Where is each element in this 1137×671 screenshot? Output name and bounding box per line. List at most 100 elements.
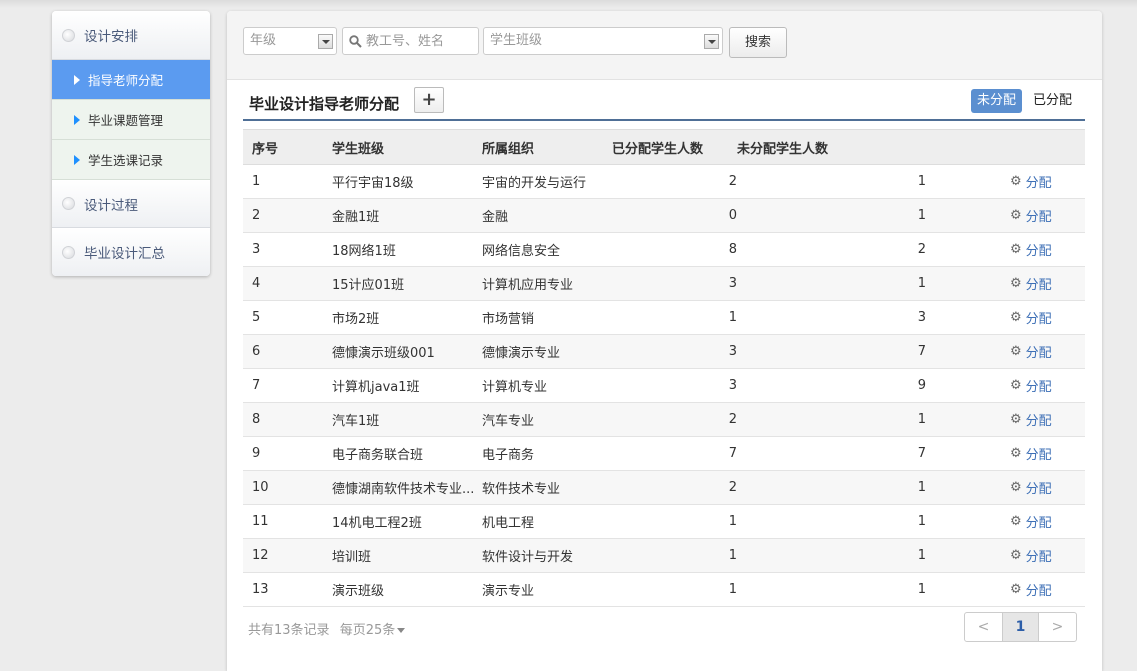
cell-assigned: 2: [612, 164, 737, 199]
cell-org: 电子商务: [482, 436, 612, 471]
assign-button[interactable]: ⚙ 分配: [1010, 376, 1052, 395]
tab-assigned[interactable]: 已分配: [1027, 89, 1078, 113]
sidebar-group-label: 设计过程: [84, 197, 138, 214]
gear-icon: ⚙: [1010, 276, 1022, 291]
cell-index: 11: [243, 504, 332, 539]
search-input[interactable]: [362, 33, 476, 49]
grade-select[interactable]: 年级: [243, 27, 337, 55]
table-row: 12 培训班 软件设计与开发 1 1 ⚙ 分配: [243, 538, 1085, 573]
table-row: 1 平行宇宙18级 宇宙的开发与运行 2 1 ⚙ 分配: [243, 164, 1085, 199]
assign-button[interactable]: ⚙ 分配: [1010, 580, 1052, 599]
cell-class: 18网络1班: [332, 232, 482, 267]
cell-assigned: 0: [612, 198, 737, 233]
next-page-button[interactable]: >: [1039, 613, 1076, 641]
teacher-search-field[interactable]: [342, 27, 479, 55]
main-panel: 年级 学生班级 搜索 毕业设计指导老师分配 + 未分配 已分配 序号 学生班级 …: [227, 11, 1102, 671]
caret-right-icon: [74, 114, 80, 125]
assign-button[interactable]: ⚙ 分配: [1010, 172, 1052, 191]
bullet-icon: [62, 28, 75, 42]
cell-org: 德慷演示专业: [482, 334, 612, 369]
sidebar-item-topic-management[interactable]: 毕业课题管理: [52, 100, 210, 140]
record-count: 共有13条记录: [248, 623, 330, 638]
search-button[interactable]: 搜索: [729, 27, 787, 58]
cell-unassigned: 1: [737, 164, 926, 199]
assign-button[interactable]: ⚙ 分配: [1010, 240, 1052, 259]
assign-label: 分配: [1025, 380, 1052, 395]
table-row: 2 金融1班 金融 0 1 ⚙ 分配: [243, 198, 1085, 233]
cell-org: 网络信息安全: [482, 232, 612, 267]
page-button-current[interactable]: 1: [1002, 613, 1039, 641]
sidebar-group-design-summary[interactable]: 毕业设计汇总: [52, 228, 210, 276]
assign-label: 分配: [1025, 176, 1052, 191]
sidebar: 设计安排 指导老师分配 毕业课题管理 学生选课记录 设计过程 毕业设计汇总: [52, 11, 210, 276]
section-header: 毕业设计指导老师分配 + 未分配 已分配: [243, 87, 1085, 121]
assign-button[interactable]: ⚙ 分配: [1010, 444, 1052, 463]
assign-button[interactable]: ⚙ 分配: [1010, 410, 1052, 429]
class-select-placeholder: 学生班级: [490, 33, 543, 48]
table-row: 8 汽车1班 汽车专业 2 1 ⚙ 分配: [243, 402, 1085, 437]
assign-button[interactable]: ⚙ 分配: [1010, 274, 1052, 293]
cell-action: ⚙ 分配: [926, 164, 1085, 199]
cell-index: 9: [243, 436, 332, 471]
filter-toolbar: 年级 学生班级 搜索: [227, 11, 1102, 80]
cell-unassigned: 9: [737, 368, 926, 403]
gear-icon: ⚙: [1010, 174, 1022, 189]
table-row: 13 演示班级 演示专业 1 1 ⚙ 分配: [243, 572, 1085, 607]
assign-label: 分配: [1025, 414, 1052, 429]
sidebar-group-design-process[interactable]: 设计过程: [52, 180, 210, 228]
cell-assigned: 3: [612, 368, 737, 403]
cell-class: 演示班级: [332, 572, 482, 607]
cell-org: 市场营销: [482, 300, 612, 335]
cell-class: 德慷湖南软件技术专业...: [332, 470, 482, 505]
dropdown-arrow-icon: [704, 34, 719, 49]
gear-icon: ⚙: [1010, 514, 1022, 529]
cell-index: 5: [243, 300, 332, 335]
table-row: 6 德慷演示班级001 德慷演示专业 3 7 ⚙ 分配: [243, 334, 1085, 369]
gear-icon: ⚙: [1010, 310, 1022, 325]
cell-index: 4: [243, 266, 332, 301]
table-row: 11 14机电工程2班 机电工程 1 1 ⚙ 分配: [243, 504, 1085, 539]
assign-button[interactable]: ⚙ 分配: [1010, 342, 1052, 361]
dropdown-arrow-icon: [318, 34, 333, 49]
assign-button[interactable]: ⚙ 分配: [1010, 308, 1052, 327]
sidebar-item-selection-records[interactable]: 学生选课记录: [52, 140, 210, 180]
column-header-assigned: 已分配学生人数: [612, 129, 737, 165]
column-header-action: [926, 129, 1085, 165]
assign-button[interactable]: ⚙ 分配: [1010, 546, 1052, 565]
cell-assigned: 3: [612, 266, 737, 301]
sidebar-group-design-arrangement[interactable]: 设计安排: [52, 11, 210, 60]
cell-assigned: 8: [612, 232, 737, 267]
top-shade: [0, 0, 1137, 8]
sidebar-item-advisor-assignment[interactable]: 指导老师分配: [52, 60, 210, 100]
cell-unassigned: 7: [737, 436, 926, 471]
cell-index: 8: [243, 402, 332, 437]
cell-unassigned: 1: [737, 266, 926, 301]
cell-unassigned: 1: [737, 402, 926, 437]
assign-button[interactable]: ⚙ 分配: [1010, 512, 1052, 531]
class-select[interactable]: 学生班级: [483, 27, 723, 55]
sidebar-group-label: 设计安排: [84, 29, 138, 45]
gear-icon: ⚙: [1010, 480, 1022, 495]
cell-class: 15计应01班: [332, 266, 482, 301]
add-button[interactable]: +: [414, 87, 444, 113]
page-size-select[interactable]: 每页25条: [340, 623, 406, 638]
cell-action: ⚙ 分配: [926, 266, 1085, 301]
cell-index: 6: [243, 334, 332, 369]
assign-button[interactable]: ⚙ 分配: [1010, 478, 1052, 497]
table-header-row: 序号 学生班级 所属组织 已分配学生人数 未分配学生人数: [243, 129, 1085, 165]
cell-org: 软件设计与开发: [482, 538, 612, 573]
cell-action: ⚙ 分配: [926, 470, 1085, 505]
cell-index: 7: [243, 368, 332, 403]
table-footer: 共有13条记录 每页25条: [248, 619, 406, 638]
gear-icon: ⚙: [1010, 242, 1022, 257]
cell-unassigned: 3: [737, 300, 926, 335]
column-header-index: 序号: [243, 129, 332, 165]
prev-page-button[interactable]: <: [965, 613, 1002, 641]
assign-button[interactable]: ⚙ 分配: [1010, 206, 1052, 225]
cell-action: ⚙ 分配: [926, 572, 1085, 607]
cell-class: 14机电工程2班: [332, 504, 482, 539]
gear-icon: ⚙: [1010, 446, 1022, 461]
assign-label: 分配: [1025, 244, 1052, 259]
tab-unassigned[interactable]: 未分配: [971, 89, 1023, 113]
cell-unassigned: 1: [737, 198, 926, 233]
